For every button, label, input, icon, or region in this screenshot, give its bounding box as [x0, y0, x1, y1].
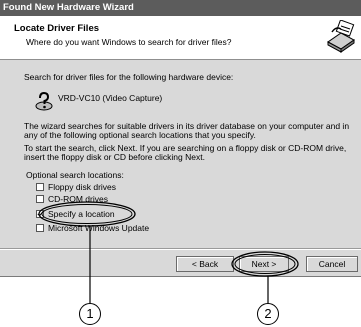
cd-rom-checkbox[interactable]: [36, 194, 44, 203]
windows-update-checkbox[interactable]: [36, 223, 44, 232]
cd-rom-label: CD-ROM drives: [48, 193, 108, 204]
next-button[interactable]: Next >: [239, 256, 289, 272]
hardware-driver-icon: [327, 20, 355, 53]
option-cd-rom-drives[interactable]: CD-ROM drives: [36, 193, 108, 204]
wizard-dialog: Found New Hardware Wizard Locate Driver …: [0, 0, 361, 277]
unknown-device-icon: [35, 91, 53, 111]
description-line-2: any of the following optional search loc…: [24, 130, 256, 140]
specify-location-label: Specify a location: [48, 208, 115, 219]
specify-location-checkbox[interactable]: [36, 209, 44, 218]
windows-update-label: Microsoft Windows Update: [48, 222, 150, 233]
instruction-line-2: insert the floppy disk or CD before clic…: [24, 152, 205, 162]
header-title: Locate Driver Files: [14, 23, 100, 34]
floppy-checkbox[interactable]: [36, 182, 44, 191]
options-label: Optional search locations:: [26, 170, 124, 180]
header-subtitle: Where do you want Windows to search for …: [26, 37, 232, 47]
button-separator: [0, 248, 361, 250]
device-name: VRD-VC10 (Video Capture): [58, 93, 163, 103]
option-specify-location[interactable]: Specify a location: [36, 208, 115, 219]
window-title: Found New Hardware Wizard: [0, 0, 361, 16]
option-floppy-disk-drives[interactable]: Floppy disk drives: [36, 181, 116, 192]
callout-marker-2: 2: [257, 303, 279, 325]
floppy-label: Floppy disk drives: [48, 181, 117, 192]
cancel-button[interactable]: Cancel: [306, 256, 358, 272]
back-button[interactable]: < Back: [176, 256, 234, 272]
option-windows-update[interactable]: Microsoft Windows Update: [36, 222, 149, 233]
callout-marker-1: 1: [79, 303, 101, 325]
wizard-header: Locate Driver Files Where do you want Wi…: [0, 16, 361, 60]
intro-text: Search for driver files for the followin…: [24, 72, 234, 82]
